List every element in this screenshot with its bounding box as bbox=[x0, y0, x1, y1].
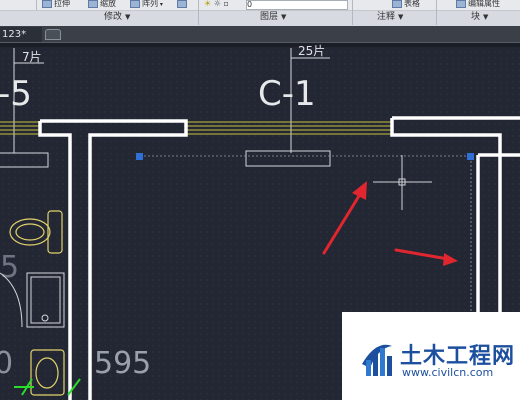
new-tab-button[interactable] bbox=[45, 29, 61, 40]
array-button[interactable]: 阵列 ▾ bbox=[130, 0, 163, 10]
scale-button[interactable]: 缩放 bbox=[88, 0, 116, 10]
edit-attributes-button[interactable]: 编辑属性 bbox=[456, 0, 500, 10]
stretch-button[interactable]: 拉伸 bbox=[42, 0, 70, 10]
civilcn-logo-icon bbox=[362, 344, 392, 376]
file-tab-bar: 123* bbox=[0, 26, 520, 43]
chevron-down-icon: ▼ bbox=[125, 13, 131, 21]
watermark-url: www.civilcn.com bbox=[402, 366, 494, 379]
ribbon-tools-row: 拉伸 缩放 阵列 ▾ ☀ ☼ ▫ 0 表格 编辑属性 bbox=[0, 0, 520, 25]
grip-handle[interactable] bbox=[467, 153, 474, 160]
scale-icon bbox=[88, 0, 98, 8]
panel-annotate-label[interactable]: 注释 ▼ bbox=[377, 10, 403, 25]
ribbon-separator bbox=[198, 10, 199, 25]
dimension-0: 0 bbox=[0, 346, 13, 381]
dimension-5: 5 bbox=[0, 250, 19, 285]
dimension-595: 595 bbox=[94, 346, 151, 381]
thickness-label-right: 25片 bbox=[298, 44, 325, 58]
chevron-down-icon: ▼ bbox=[281, 13, 287, 21]
ribbon-separator bbox=[352, 10, 353, 25]
layer-state-icons[interactable]: ☀ ☼ ▫ bbox=[204, 0, 229, 10]
ribbon-separator bbox=[436, 10, 437, 25]
column-label-c1: C-1 bbox=[258, 74, 316, 114]
lock-icon: ▫ bbox=[223, 0, 229, 8]
ribbon: 拉伸 缩放 阵列 ▾ ☀ ☼ ▫ 0 表格 编辑属性 修改 ▼ 图层 ▼ 注释 … bbox=[0, 0, 520, 26]
thickness-label-left: 7片 bbox=[22, 50, 42, 64]
table-icon bbox=[392, 0, 402, 8]
stretch-icon bbox=[42, 0, 52, 8]
layer-dropdown[interactable]: 0 bbox=[246, 0, 348, 10]
watermark: 土木工程网 www.civilcn.com bbox=[342, 312, 520, 400]
chevron-down-icon: ▼ bbox=[483, 13, 489, 21]
column-label-left: -5 bbox=[0, 74, 32, 114]
panel-block-label[interactable]: 块 ▼ bbox=[471, 10, 488, 25]
grip-handle[interactable] bbox=[136, 153, 143, 160]
chevron-down-icon: ▼ bbox=[398, 13, 404, 21]
file-tab-123[interactable]: 123* bbox=[0, 27, 42, 42]
panel-modify-label[interactable]: 修改 ▼ bbox=[104, 10, 130, 25]
panel-layers-label[interactable]: 图层 ▼ bbox=[260, 10, 286, 25]
ribbon-extra-tool[interactable] bbox=[177, 0, 189, 10]
table-button[interactable]: 表格 bbox=[392, 0, 420, 10]
edit-attributes-icon bbox=[456, 0, 466, 8]
array-icon bbox=[130, 0, 140, 8]
sun-icon: ☼ bbox=[211, 0, 224, 8]
tool-icon bbox=[177, 0, 187, 8]
